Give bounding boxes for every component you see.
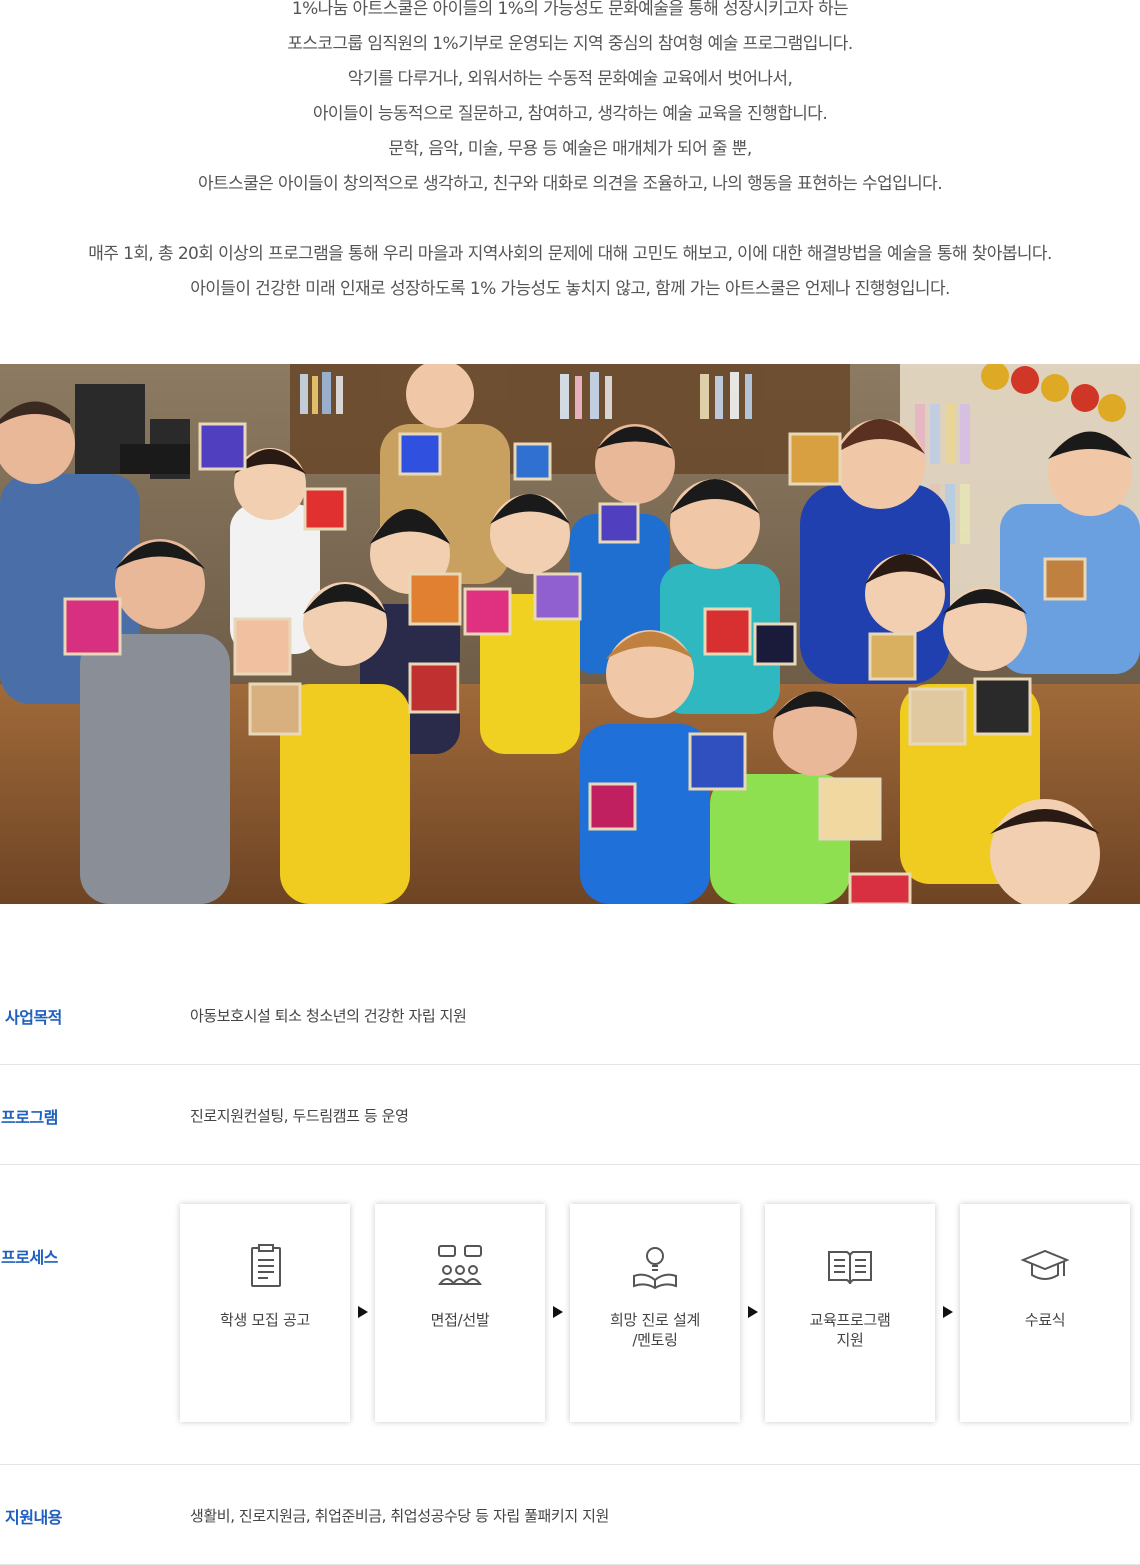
process-step-card: 희망 진로 설계 /멘토링 xyxy=(570,1204,740,1422)
process-step-label: 면접/선발 xyxy=(430,1311,490,1329)
process-step-label: 교육프로그램 지원 xyxy=(809,1311,891,1349)
arrow-right-icon xyxy=(553,1306,563,1318)
idea-book-icon xyxy=(630,1242,680,1292)
process-step-label: 학생 모집 공고 xyxy=(220,1311,310,1329)
purpose-row: 사업목적 아동보호시설 퇴소 청소년의 건강한 자립 지원 xyxy=(0,964,1140,1065)
intro-line: 1%나눔 아트스쿨은 아이들의 1%의 가능성도 문화예술을 통해 성장시키고자… xyxy=(291,0,849,19)
program-row: 프로그램 진로지원컨설팅, 두드림캠프 등 운영 xyxy=(0,1065,1140,1165)
program-value: 진로지원컨설팅, 두드림캠프 등 운영 xyxy=(190,1107,409,1125)
intro-line: 악기를 다루거나, 외워서하는 수동적 문화예술 교육에서 벗어나서, xyxy=(347,69,793,89)
intro-line: 문학, 음악, 미술, 무용 등 예술은 매개체가 되어 줄 뿐, xyxy=(388,139,752,159)
open-book-icon xyxy=(825,1242,875,1292)
arrow-right-icon xyxy=(943,1306,953,1318)
support-label: 지원내용 xyxy=(5,1508,62,1527)
process-step-card: 학생 모집 공고 xyxy=(180,1204,350,1422)
group-photo xyxy=(0,364,1140,904)
process-step-label: 희망 진로 설계 /멘토링 xyxy=(610,1311,700,1349)
purpose-label: 사업목적 xyxy=(5,1008,62,1027)
intro-line: 아이들이 능동적으로 질문하고, 참여하고, 생각하는 예술 교육을 진행합니다… xyxy=(312,104,828,124)
intro-line: 아트스쿨은 아이들이 창의적으로 생각하고, 친구와 대화로 의견을 조율하고,… xyxy=(197,174,943,194)
support-value: 생활비, 진로지원금, 취업준비금, 취업성공수당 등 자립 풀패키지 지원 xyxy=(190,1507,609,1525)
process-step-card: 면접/선발 xyxy=(375,1204,545,1422)
intro-paragraph-2: 매주 1회, 총 20회 이상의 프로그램을 통해 우리 마을과 지역사회의 문… xyxy=(0,237,1140,307)
process-step-card: 교육프로그램 지원 xyxy=(765,1204,935,1422)
process-step-label: 수료식 xyxy=(1024,1311,1066,1329)
purpose-value: 아동보호시설 퇴소 청소년의 건강한 자립 지원 xyxy=(190,1007,467,1025)
clipboard-icon xyxy=(240,1242,290,1292)
arrow-right-icon xyxy=(748,1306,758,1318)
intro-line: 매주 1회, 총 20회 이상의 프로그램을 통해 우리 마을과 지역사회의 문… xyxy=(88,244,1052,264)
intro-paragraph-1: 1%나눔 아트스쿨은 아이들의 1%의 가능성도 문화예술을 통해 성장시키고자… xyxy=(0,0,1140,202)
program-label: 프로그램 xyxy=(1,1108,58,1127)
interview-group-icon xyxy=(435,1242,485,1292)
process-step-card: 수료식 xyxy=(960,1204,1130,1422)
intro-line: 아이들이 건강한 미래 인재로 성장하도록 1% 가능성도 놓치지 않고, 함께… xyxy=(190,279,950,299)
process-label: 프로세스 xyxy=(1,1248,58,1267)
graduation-cap-icon xyxy=(1020,1242,1070,1292)
arrow-right-icon xyxy=(358,1306,368,1318)
support-row: 지원내용 생활비, 진로지원금, 취업준비금, 취업성공수당 등 자립 풀패키지… xyxy=(0,1465,1140,1565)
intro-line: 포스코그룹 임직원의 1%기부로 운영되는 지역 중심의 참여형 예술 프로그램… xyxy=(287,34,853,54)
